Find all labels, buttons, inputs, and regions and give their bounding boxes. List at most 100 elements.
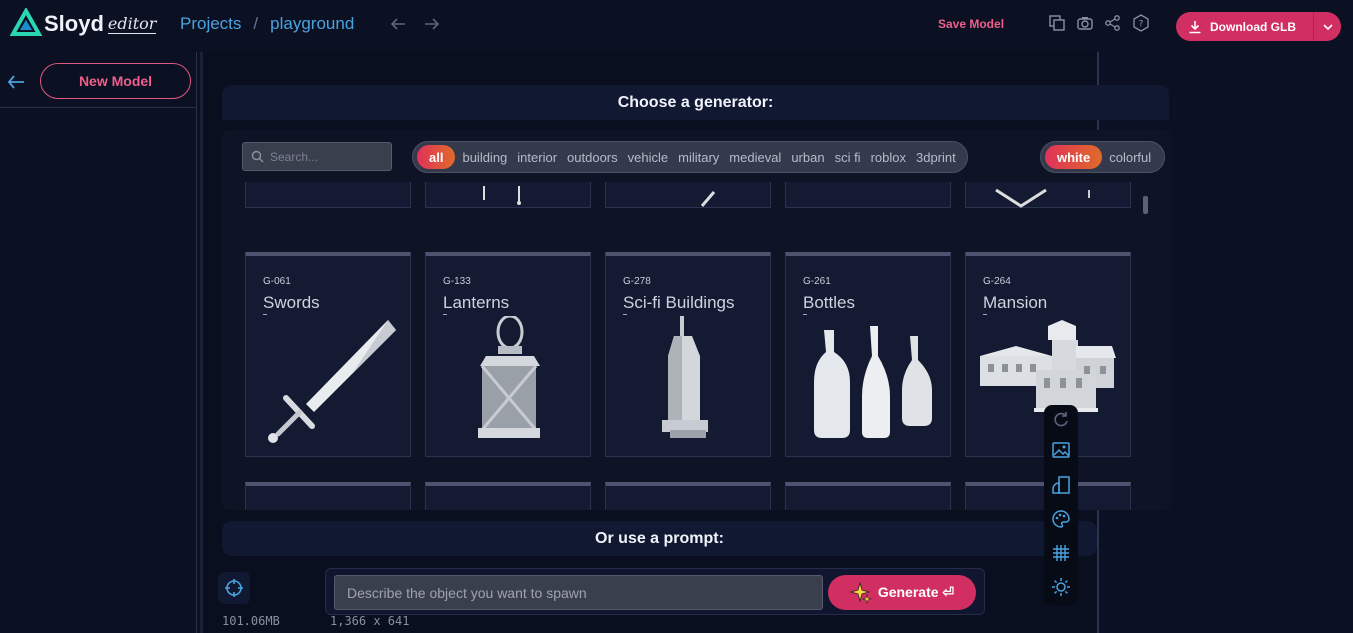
filter-urban[interactable]: urban xyxy=(786,145,829,169)
sci-fi-building-thumbnail xyxy=(662,316,708,438)
card-name: Sci-fi Buildings xyxy=(623,293,735,312)
generator-card[interactable] xyxy=(605,482,771,510)
generator-card-sci-fi-buildings[interactable]: G-278 Sci-fi Buildings xyxy=(605,252,771,457)
card-code: G-133 xyxy=(443,276,471,287)
generator-card[interactable] xyxy=(965,182,1131,208)
generator-card[interactable] xyxy=(785,482,951,510)
grid-icon[interactable] xyxy=(1051,543,1071,563)
card-name: Mansion xyxy=(983,293,1048,312)
sidebar-divider xyxy=(0,107,197,108)
download-icon xyxy=(1189,20,1201,33)
chevron-down-icon xyxy=(1322,23,1333,30)
search-input[interactable] xyxy=(270,149,380,164)
color-mode-toggle: white colorful xyxy=(1040,141,1166,173)
card-dash xyxy=(623,314,627,315)
generate-button[interactable]: Generate ⏎ xyxy=(828,575,976,610)
logo-text: Sloyd xyxy=(44,11,104,36)
logo-subtitle: editor xyxy=(107,13,157,34)
generator-search[interactable] xyxy=(242,142,392,171)
svg-text:?: ? xyxy=(1139,20,1144,30)
memory-usage: 101.06MB xyxy=(222,614,280,628)
viewport-tools xyxy=(1044,405,1078,605)
duplicate-icon[interactable] xyxy=(1048,14,1066,32)
filter-building[interactable]: building xyxy=(457,145,512,169)
choose-generator-heading: Choose a generator: xyxy=(222,85,1169,120)
rotate-icon[interactable] xyxy=(1051,409,1071,429)
generator-panel: all building interior outdoors vehicle m… xyxy=(222,130,1172,510)
grid-scrollbar[interactable] xyxy=(1143,196,1148,214)
breadcrumb-current[interactable]: playground xyxy=(270,14,354,34)
camera-icon[interactable] xyxy=(1076,14,1094,32)
share-icon[interactable] xyxy=(1104,14,1122,32)
generator-grid: G-061 Swords G-133 Lanterns G-278 Sci-fi… xyxy=(222,182,1172,510)
lantern-thumbnail xyxy=(478,316,540,438)
generator-card[interactable] xyxy=(245,482,411,510)
card-dash xyxy=(983,314,987,315)
redo-arrow-icon[interactable] xyxy=(422,14,442,34)
history-nav xyxy=(388,14,442,34)
generator-card[interactable] xyxy=(425,182,591,208)
image-icon[interactable] xyxy=(1051,440,1071,460)
filter-outdoors[interactable]: outdoors xyxy=(562,145,623,169)
generator-card-lanterns[interactable]: G-133 Lanterns xyxy=(425,252,591,457)
card-thumbnail xyxy=(483,186,521,205)
filter-medieval[interactable]: medieval xyxy=(724,145,786,169)
help-icon[interactable]: ? xyxy=(1132,14,1150,32)
lighting-icon[interactable] xyxy=(1051,577,1071,597)
breadcrumb-separator: / xyxy=(253,14,259,33)
sword-thumbnail xyxy=(268,320,396,443)
filter-military[interactable]: military xyxy=(673,145,724,169)
prompt-box: Generate ⏎ xyxy=(325,568,985,615)
breadcrumb-projects[interactable]: Projects xyxy=(180,14,241,34)
card-dash xyxy=(263,314,267,315)
card-code: G-264 xyxy=(983,276,1011,287)
filter-roblox[interactable]: roblox xyxy=(866,145,911,169)
card-code: G-261 xyxy=(803,276,831,287)
crosshair-icon xyxy=(225,579,243,597)
prompt-heading: Or use a prompt: xyxy=(222,521,1097,556)
filter-sci-fi[interactable]: sci fi xyxy=(830,145,866,169)
filter-interior[interactable]: interior xyxy=(512,145,562,169)
generator-card[interactable] xyxy=(785,182,951,208)
generator-card-bottles[interactable]: G-261 Bottles xyxy=(785,252,951,457)
breadcrumb: Projects / playground xyxy=(180,14,354,34)
card-code: G-278 xyxy=(623,276,651,287)
filter-all[interactable]: all xyxy=(417,145,456,169)
generator-card-swords[interactable]: G-061 Swords xyxy=(245,252,411,457)
color-mode-white[interactable]: white xyxy=(1045,145,1103,169)
download-label: Download GLB xyxy=(1210,19,1296,34)
generate-label: Generate ⏎ xyxy=(877,584,955,600)
left-sidebar: New Model xyxy=(0,52,197,633)
card-name: Bottles xyxy=(803,293,855,312)
prompt-input[interactable] xyxy=(334,575,823,610)
top-bar: Sloyd editor Projects / playground Save … xyxy=(0,0,1353,52)
logo[interactable]: Sloyd editor xyxy=(10,8,157,40)
card-name: Lanterns xyxy=(443,293,510,312)
category-filters: all building interior outdoors vehicle m… xyxy=(412,141,968,173)
card-dash xyxy=(803,314,807,315)
download-glb-button[interactable]: Download GLB xyxy=(1176,12,1341,41)
filter-vehicle[interactable]: vehicle xyxy=(623,145,673,169)
generator-card[interactable] xyxy=(245,182,411,208)
recenter-button[interactable] xyxy=(218,572,250,604)
undo-arrow-icon[interactable] xyxy=(388,14,408,34)
card-thumbnail xyxy=(995,188,1090,208)
filter-3dprint[interactable]: 3dprint xyxy=(911,145,961,169)
card-dash xyxy=(443,314,447,315)
new-model-button[interactable]: New Model xyxy=(40,63,191,99)
back-arrow-icon[interactable] xyxy=(6,72,26,92)
color-mode-colorful[interactable]: colorful xyxy=(1104,145,1156,169)
sloyd-logo-icon xyxy=(10,8,42,36)
save-model-button[interactable]: Save Model xyxy=(938,17,1004,31)
generator-card[interactable] xyxy=(425,482,591,510)
card-code: G-061 xyxy=(263,276,291,287)
viewport-resolution: 1,366 x 641 xyxy=(330,614,410,628)
sparkle-icon xyxy=(849,581,872,604)
generator-card[interactable] xyxy=(605,182,771,208)
card-thumbnail xyxy=(700,191,716,207)
palette-icon[interactable] xyxy=(1051,509,1071,529)
material-icon[interactable] xyxy=(1051,475,1071,495)
search-icon xyxy=(251,150,264,163)
download-options-dropdown[interactable] xyxy=(1313,12,1341,41)
bottles-thumbnail xyxy=(814,326,932,438)
